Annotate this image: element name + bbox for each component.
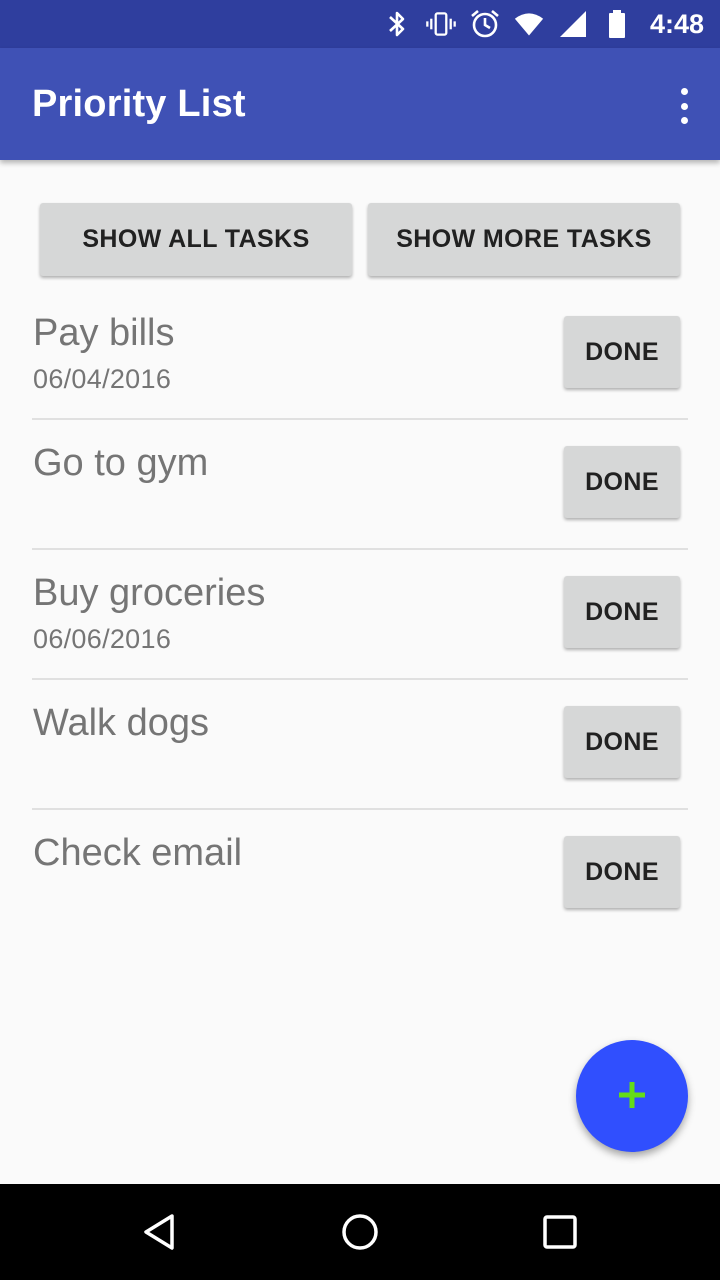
task-date: 06/06/2016	[33, 624, 172, 654]
add-task-button[interactable]	[576, 1040, 688, 1152]
home-icon[interactable]	[336, 1208, 384, 1256]
list-item: Pay bills 06/04/2016 DONE	[0, 290, 720, 420]
task-list: Pay bills 06/04/2016 DONE Go to gym DONE…	[0, 290, 720, 940]
task-name: Check email	[33, 832, 243, 874]
app-bar: Priority List	[0, 48, 720, 160]
task-name: Pay bills	[33, 312, 175, 354]
vibrate-icon	[426, 9, 456, 39]
list-item: Go to gym DONE	[0, 420, 720, 550]
wifi-icon	[514, 9, 544, 39]
clock: 4:48	[649, 8, 704, 39]
page-title: Priority List	[32, 82, 246, 125]
show-all-tasks-button[interactable]: SHOW ALL TASKS	[40, 203, 352, 276]
done-button[interactable]: DONE	[564, 706, 680, 778]
done-button[interactable]: DONE	[564, 576, 680, 648]
back-icon[interactable]	[136, 1208, 184, 1256]
battery-icon	[602, 9, 632, 39]
task-name: Walk dogs	[33, 702, 209, 744]
list-item: Walk dogs DONE	[0, 680, 720, 810]
signal-icon	[558, 9, 588, 39]
add-icon	[617, 1080, 647, 1113]
recents-icon[interactable]	[536, 1208, 584, 1256]
task-name: Buy groceries	[33, 572, 266, 614]
done-button[interactable]: DONE	[564, 316, 680, 388]
main-content: SHOW ALL TASKS SHOW MORE TASKS Pay bills…	[0, 160, 720, 1184]
status-bar: 4:48	[0, 0, 720, 48]
list-item: Check email DONE	[0, 810, 720, 940]
task-date: 06/04/2016	[33, 364, 172, 394]
list-item: Buy groceries 06/06/2016 DONE	[0, 550, 720, 680]
more-vert-icon[interactable]	[672, 86, 696, 126]
bluetooth-icon	[382, 9, 412, 39]
alarm-icon	[470, 9, 500, 39]
task-name: Go to gym	[33, 442, 209, 484]
done-button[interactable]: DONE	[564, 836, 680, 908]
show-more-tasks-button[interactable]: SHOW MORE TASKS	[368, 203, 680, 276]
navigation-bar	[0, 1184, 720, 1280]
done-button[interactable]: DONE	[564, 446, 680, 518]
